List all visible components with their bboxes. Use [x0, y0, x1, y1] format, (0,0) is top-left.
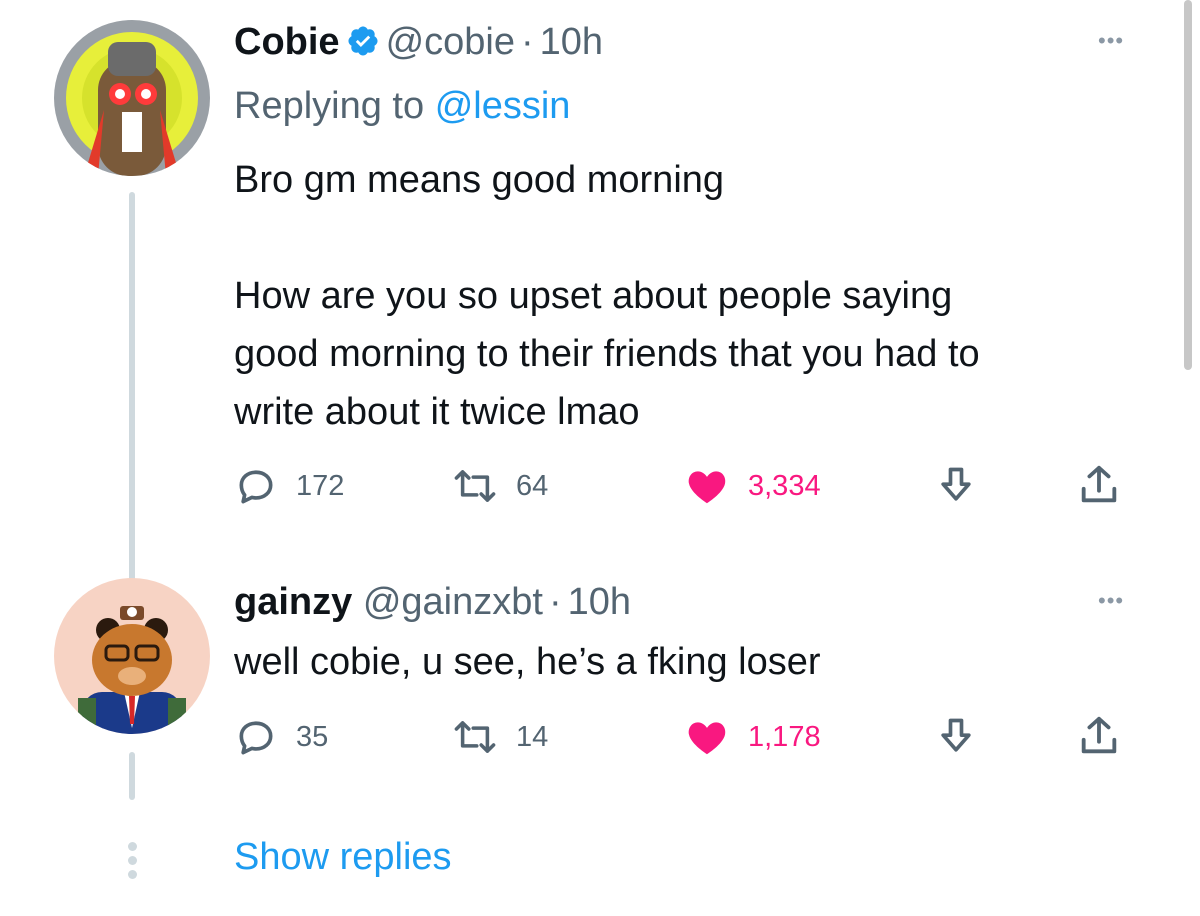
tweet-1-like-button[interactable]: 3,334: [684, 464, 821, 508]
tweet-1-handle[interactable]: @cobie: [386, 21, 515, 63]
tweet-2-text: well cobie, u see, he’s a fking loser: [234, 641, 821, 683]
tweet-1-replying-to: Replying to @lessin: [234, 84, 570, 128]
tweet-2-header: gainzy @gainzxbt · 10h: [234, 580, 631, 624]
thread-line-2: [129, 752, 135, 800]
thread-line-1: [129, 192, 135, 592]
cobie-avatar-image: [54, 20, 210, 176]
tweet-2-author-name[interactable]: gainzy: [234, 581, 352, 623]
gainzy-avatar-image: [54, 578, 210, 734]
tweet-2-more-icon[interactable]: •••: [1098, 588, 1124, 614]
tweet-2-handle[interactable]: @gainzxbt: [363, 581, 543, 623]
tweet-2-retweet-count: 14: [516, 720, 549, 753]
download-icon: [941, 718, 971, 752]
heart-icon: [688, 722, 726, 755]
tweet-1-text: Bro gm means good morning How are you so…: [234, 159, 980, 433]
avatar-cobie[interactable]: [54, 20, 210, 176]
tweet-1-author-name[interactable]: Cobie: [234, 21, 340, 63]
tweet-2-reply-count: 35: [296, 720, 329, 753]
heart-icon: [688, 471, 726, 504]
tweet-1-reply-count: 172: [296, 469, 345, 502]
tweet-1-retweet-count: 64: [516, 469, 549, 502]
tweet-1-retweet-button[interactable]: 64: [452, 464, 548, 508]
tweet-1-more-icon[interactable]: •••: [1098, 28, 1124, 54]
verified-badge-icon: [346, 24, 380, 68]
show-replies-link[interactable]: Show replies: [234, 836, 452, 879]
avatar-gainzy[interactable]: [54, 578, 210, 734]
thread-continuation-dots: [128, 842, 138, 884]
tweet-1-download-button[interactable]: [934, 464, 978, 508]
retweet-icon: [454, 470, 496, 502]
replying-to-link[interactable]: @lessin: [435, 85, 571, 127]
tweet-2-retweet-button[interactable]: 14: [452, 715, 548, 759]
reply-icon: [239, 470, 273, 504]
tweet-2-like-count: 1,178: [748, 720, 821, 753]
tweet-1-share-button[interactable]: [1076, 462, 1122, 508]
reply-icon: [239, 721, 273, 755]
replying-prefix: Replying to: [234, 85, 425, 127]
tweet-1-header: Cobie @cobie · 10h: [234, 20, 603, 68]
tweet-2-share-button[interactable]: [1076, 713, 1122, 759]
share-icon: [1081, 465, 1117, 503]
tweet-2-time[interactable]: 10h: [568, 581, 631, 623]
tweet-2-download-button[interactable]: [934, 715, 978, 759]
tweet-2-reply-button[interactable]: 35: [234, 715, 328, 759]
tweet-1-reply-button[interactable]: 172: [234, 464, 344, 508]
share-icon: [1081, 716, 1117, 754]
tweet-1-time[interactable]: 10h: [540, 21, 603, 63]
tweet-1-like-count: 3,334: [748, 469, 821, 502]
tweet-1-dot: ·: [520, 21, 534, 63]
tweet-2-like-button[interactable]: 1,178: [684, 715, 821, 759]
tweet-2-dot: ·: [548, 581, 562, 623]
scrollbar[interactable]: [1184, 0, 1192, 370]
retweet-icon: [454, 721, 496, 753]
download-icon: [941, 467, 971, 501]
